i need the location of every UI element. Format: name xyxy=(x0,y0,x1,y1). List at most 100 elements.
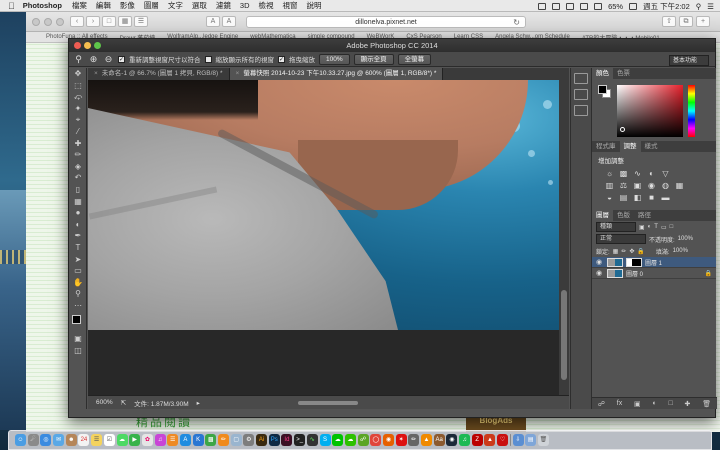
status-menu-arrow-icon[interactable]: ▸ xyxy=(197,399,200,407)
panel-foreground-swatch[interactable] xyxy=(598,85,607,94)
zoom-out-icon[interactable]: ⊖ xyxy=(103,54,114,65)
filter-shape-icon[interactable]: ▭ xyxy=(661,224,667,231)
steam-icon[interactable]: ◉ xyxy=(446,434,458,446)
tab-libraries[interactable]: 程式庫 xyxy=(592,141,620,152)
mathematica-icon[interactable]: ✶ xyxy=(395,434,407,446)
zoom-tool-icon[interactable]: ⚲ xyxy=(73,54,84,65)
workspace-switcher[interactable]: 基本功能 xyxy=(669,55,709,66)
numbers-icon[interactable]: ▩ xyxy=(205,434,217,446)
zoom-tool-active-icon[interactable]: ⚲ xyxy=(69,288,87,300)
move-tool-icon[interactable]: ✥ xyxy=(69,68,87,80)
brush-tool-icon[interactable]: ✏ xyxy=(69,149,87,161)
hue-saturation-icon[interactable]: ▥ xyxy=(604,181,615,191)
add-mask-icon[interactable]: ▣ xyxy=(634,400,641,408)
tab-color[interactable]: 顏色 xyxy=(592,68,613,79)
levels-icon[interactable]: ▩ xyxy=(618,169,629,179)
eraser-tool-icon[interactable]: ▯ xyxy=(69,184,87,196)
downloads-stack-icon[interactable]: ⇩ xyxy=(512,434,524,446)
adobe-icon[interactable] xyxy=(538,2,547,10)
pages-icon[interactable]: ✏ xyxy=(218,434,229,446)
filezilla-icon[interactable]: Z xyxy=(471,434,483,446)
notification-center-icon[interactable]: ☰ xyxy=(707,2,714,11)
new-layer-icon[interactable]: ✚ xyxy=(685,400,691,408)
safari-zoom-button[interactable] xyxy=(56,18,64,26)
quick-select-tool-icon[interactable]: ✦ xyxy=(69,103,87,115)
vlc-icon[interactable]: ▲ xyxy=(421,434,432,446)
new-tab-icon[interactable]: + xyxy=(696,16,710,27)
export-icon[interactable]: ⇱ xyxy=(121,399,126,407)
tab-paths[interactable]: 路徑 xyxy=(634,210,655,221)
tab-swatches[interactable]: 色票 xyxy=(613,68,634,79)
gradient-map-icon[interactable]: ▬ xyxy=(660,193,671,203)
hand-tool-icon[interactable]: ✋ xyxy=(69,277,87,289)
photo-filter-icon[interactable]: ◉ xyxy=(646,181,657,191)
dodge-tool-icon[interactable]: ◐ xyxy=(69,219,87,231)
photoshop-icon[interactable]: Ps xyxy=(268,434,280,446)
top-sites-icon[interactable]: ▦ xyxy=(118,16,132,27)
ps-zoom-button[interactable] xyxy=(94,42,101,49)
lock-transparent-icon[interactable]: ▦ xyxy=(613,248,619,255)
type-tool-icon[interactable]: T xyxy=(69,242,87,254)
ps-minimize-button[interactable] xyxy=(84,42,91,49)
link-layers-icon[interactable]: ☍ xyxy=(598,400,605,408)
zoom-100-button[interactable]: 100% xyxy=(319,53,350,65)
lock-position-icon[interactable]: ✥ xyxy=(629,248,634,255)
lock-image-icon[interactable]: ✏ xyxy=(621,248,626,255)
color-cursor[interactable] xyxy=(620,127,625,132)
larger-text-button[interactable]: A xyxy=(222,16,236,27)
spotify-icon[interactable]: ♫ xyxy=(459,434,471,446)
keynote-icon[interactable]: K xyxy=(192,434,204,446)
documents-stack-icon[interactable]: ▤ xyxy=(525,434,537,446)
tab-styles[interactable]: 樣式 xyxy=(641,141,662,152)
channel-mixer-icon[interactable]: ◍ xyxy=(660,181,671,191)
menu-type[interactable]: 文字 xyxy=(168,0,183,11)
visibility-eye-icon[interactable]: ◉ xyxy=(596,269,604,277)
zoom-level[interactable]: 600% xyxy=(96,399,113,406)
tab-layers[interactable]: 圖層 xyxy=(592,210,613,221)
color-spectrum[interactable] xyxy=(617,85,683,137)
character-panel-icon[interactable] xyxy=(574,105,588,116)
new-group-icon[interactable]: □ xyxy=(668,400,672,407)
forward-icon[interactable]: › xyxy=(86,16,100,27)
posterize-icon[interactable]: ▤ xyxy=(618,193,629,203)
spotlight-icon[interactable]: ⚲ xyxy=(696,2,702,11)
hue-slider[interactable] xyxy=(688,85,695,137)
tab-adjustments[interactable]: 調整 xyxy=(619,141,641,152)
layer-row[interactable]: ◉ 圖層 0 🔒 xyxy=(592,268,716,279)
zoom-in-icon[interactable]: ⊕ xyxy=(88,54,99,65)
dropbox-icon[interactable] xyxy=(552,2,561,10)
brightness-icon[interactable]: ☼ xyxy=(604,169,615,179)
threshold-icon[interactable]: ◧ xyxy=(632,193,643,203)
apple-menu-icon[interactable]:  xyxy=(8,1,15,11)
reading-list-icon[interactable]: ☰ xyxy=(134,16,148,27)
vibrance-icon[interactable]: ▽ xyxy=(660,169,671,179)
color-lookup-icon[interactable]: ▦ xyxy=(674,181,685,191)
opacity-value[interactable]: 100% xyxy=(678,236,693,242)
menu-file[interactable]: 檔案 xyxy=(72,0,87,11)
clock[interactable]: 週五 下午2:02 xyxy=(643,1,690,12)
fill-screen-button[interactable]: 全螢幕 xyxy=(397,53,432,65)
matlab-icon[interactable]: ▲ xyxy=(484,434,496,446)
sketchbook-icon[interactable]: ✏ xyxy=(408,434,420,446)
system-preferences-icon[interactable]: ⚙ xyxy=(243,434,255,446)
quick-mask-icon[interactable]: ▣ xyxy=(69,333,87,345)
app-menu[interactable]: Photoshop xyxy=(23,1,62,10)
document-tab-screenshot[interactable]: × 螢幕快照 2014-10-23 下午10.33.27.jpg @ 600% (… xyxy=(229,68,444,80)
filter-type-icon[interactable]: T xyxy=(654,224,658,230)
sidebar-icon[interactable]: □ xyxy=(102,16,116,27)
document-tab-untitled[interactable]: × 未命名-1 @ 66.7% (圖層 1 拷貝, RGB/8) * xyxy=(88,68,230,80)
bluetooth-icon[interactable] xyxy=(566,2,575,10)
layer-style-icon[interactable]: fx xyxy=(617,400,622,407)
menu-layer[interactable]: 圖層 xyxy=(144,0,159,11)
launchpad-icon[interactable]: ☄ xyxy=(27,434,39,446)
menu-window[interactable]: 視窗 xyxy=(283,0,298,11)
horizontal-scroll-thumb[interactable] xyxy=(298,401,358,405)
app-store-icon[interactable]: A xyxy=(179,434,191,446)
vertical-scrollbar[interactable] xyxy=(559,80,569,395)
volume-icon[interactable] xyxy=(594,2,603,10)
ibooks-icon[interactable]: ☰ xyxy=(167,434,179,446)
invert-icon[interactable]: ◒ xyxy=(604,193,615,203)
healing-brush-tool-icon[interactable]: ✚ xyxy=(69,138,87,150)
path-select-tool-icon[interactable]: ➤ xyxy=(69,254,87,266)
preview-icon[interactable]: ▢ xyxy=(230,434,242,446)
